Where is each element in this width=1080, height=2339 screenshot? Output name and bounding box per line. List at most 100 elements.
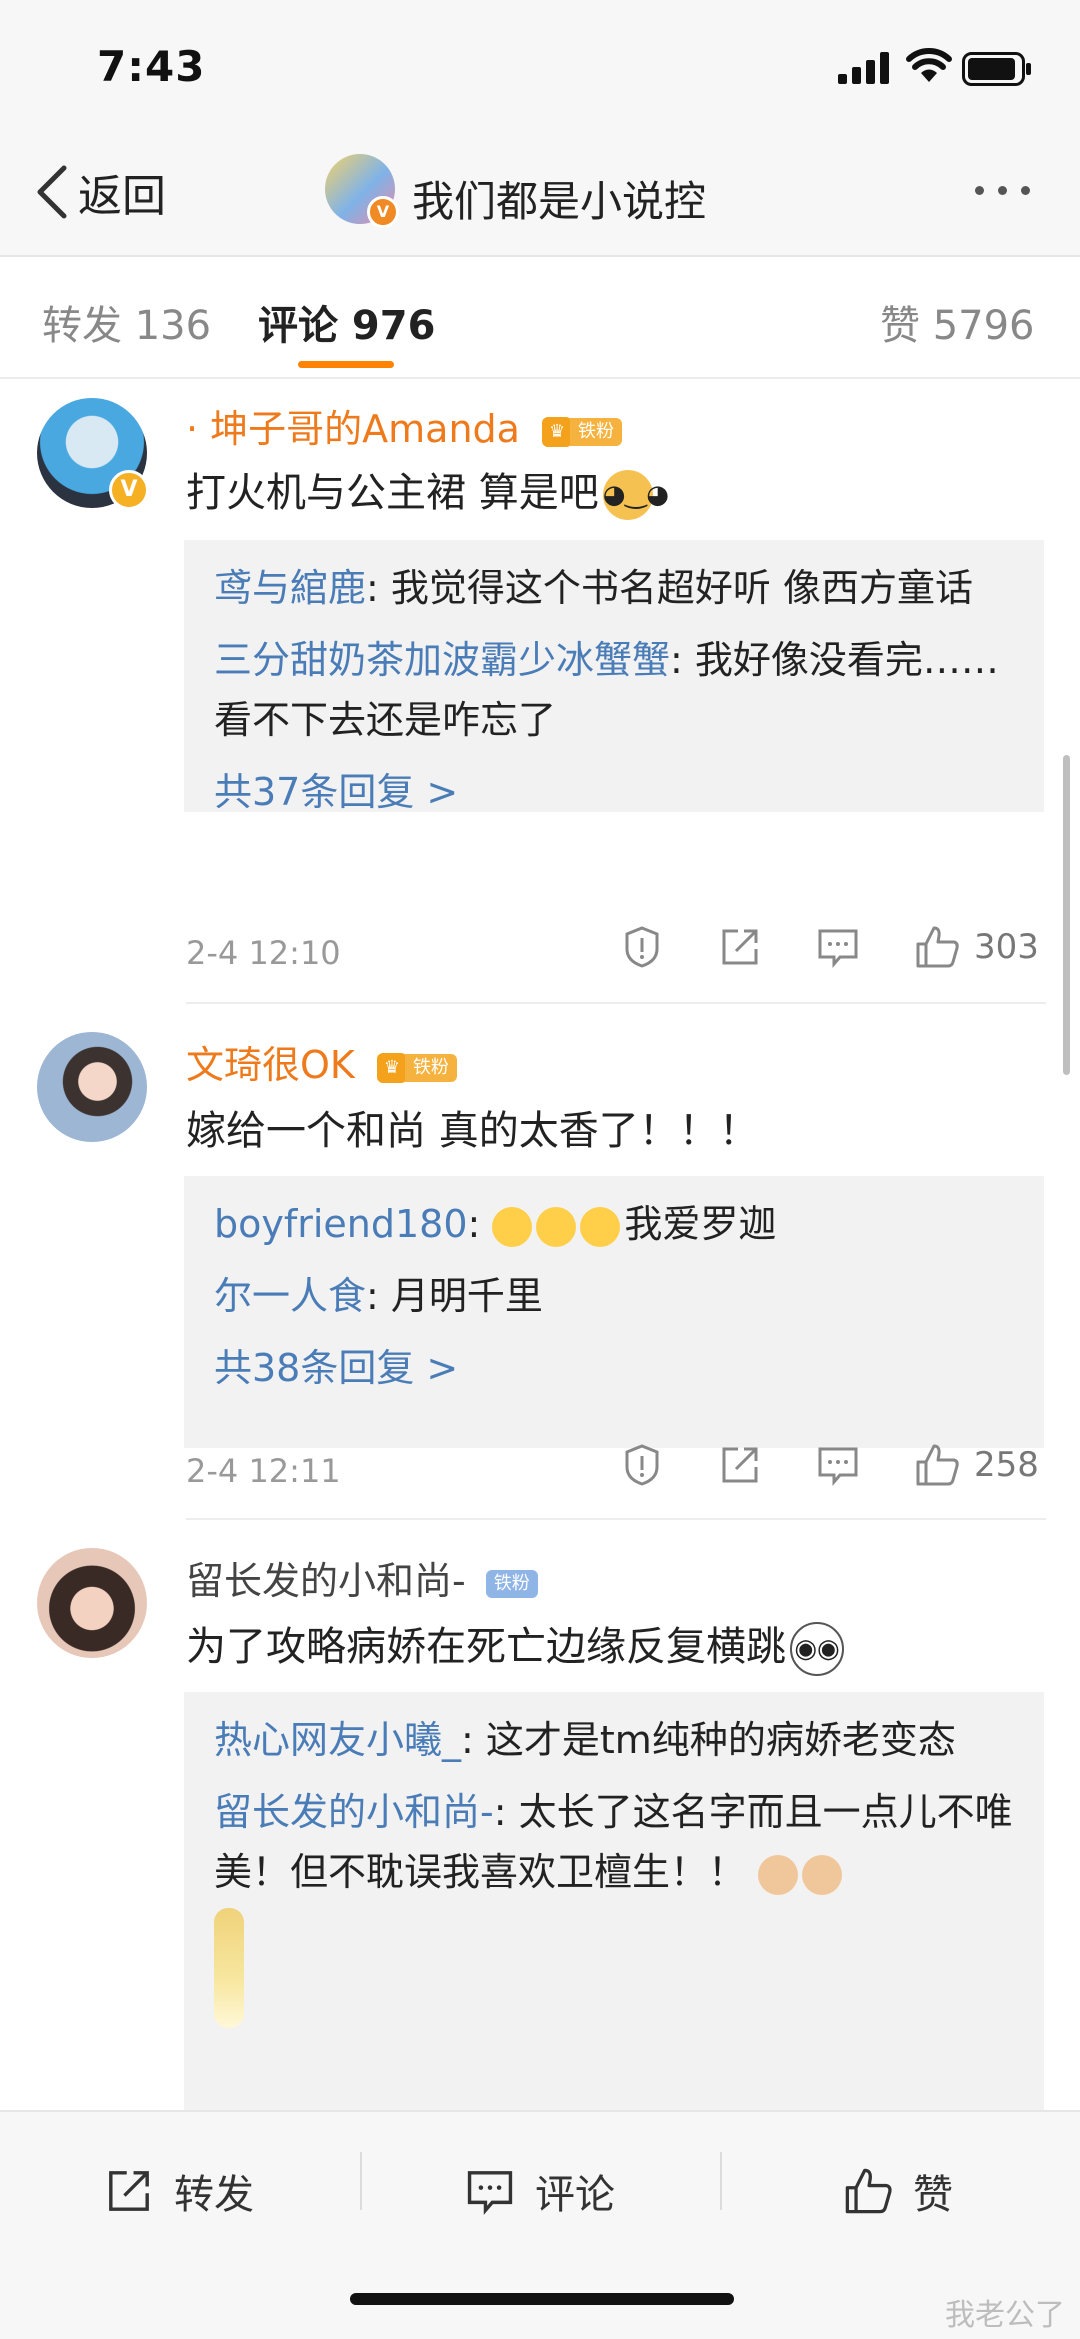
fan-badge-label: 铁粉 <box>570 417 623 446</box>
comment-text: 打火机与公主裙 算是吧 ◕‿◕ <box>186 460 669 520</box>
reply-item: 热心网友小曦_: 这才是tm纯种的病娇老变态 <box>214 1710 1014 1770</box>
tab-likes[interactable]: 赞 5796 <box>880 293 1035 351</box>
fan-badge-label: 铁粉 <box>485 1569 538 1598</box>
fan-badge: ♛ 铁粉 <box>376 1051 457 1085</box>
watermark: 我老公了 <box>945 2298 1065 2333</box>
comment-button[interactable] <box>816 1443 860 1487</box>
reply-item: 尔一人食: 月明千里 <box>214 1266 1014 1326</box>
reply-username[interactable]: boyfriend180 <box>214 1202 468 1246</box>
reply-username[interactable]: 鸢与綰鹿 <box>214 566 366 610</box>
fan-badge: ♛ 铁粉 <box>542 415 623 449</box>
like-button[interactable]: 303 <box>914 924 1039 970</box>
like-count: 303 <box>974 927 1039 967</box>
reply-box[interactable]: 热心网友小曦_: 这才是tm纯种的病娇老变态 留长发的小和尚-: 太长了这名字而… <box>184 1692 1044 2112</box>
comment-body: 打火机与公主裙 算是吧 <box>186 470 599 516</box>
doge-emoji-icon: ◕‿◕ <box>602 470 669 520</box>
divider <box>186 1002 1046 1004</box>
tab-bar: 转发 136 评论 976 赞 5796 <box>0 257 1080 379</box>
comment-button[interactable] <box>816 925 860 969</box>
divider <box>720 2152 722 2210</box>
comment-text: 嫁给一个和尚 真的太香了！！！ <box>186 1108 759 1154</box>
bottom-comment-button[interactable]: 评论 <box>465 2162 615 2220</box>
reply-item: boyfriend180: 我爱罗迦 <box>214 1202 777 1247</box>
cellular-signal-icon <box>838 52 889 84</box>
reply-item: 留长发的小和尚-: 太长了这名字而且一点儿不唯美！但不耽误我喜欢卫檀生！！ <box>214 1782 1014 2028</box>
nav-bar: 返回 V 我们都是小说控 <box>0 130 1080 257</box>
reply-username[interactable]: 留长发的小和尚- <box>214 1790 494 1834</box>
reply-username[interactable]: 热心网友小曦_ <box>214 1718 461 1762</box>
view-all-replies-link[interactable]: 共38条回复 > <box>214 1338 1014 1398</box>
comment-icon <box>818 1447 858 1487</box>
comment-time: 2-4 12:11 <box>186 1452 341 1490</box>
chevron-left-icon <box>37 165 67 219</box>
crying-emoji-icon <box>580 1206 621 1247</box>
battery-icon <box>962 52 1031 86</box>
like-button[interactable]: 258 <box>914 1442 1039 1488</box>
like-count: 258 <box>974 1445 1039 1485</box>
divider <box>186 1518 1046 1520</box>
reply-text: : 这才是tm纯种的病娇老变态 <box>461 1718 956 1762</box>
bottom-like-label: 赞 <box>913 2172 953 2218</box>
home-indicator[interactable] <box>350 2293 734 2305</box>
comment-actions: 258 <box>620 1442 1039 1488</box>
comment-username[interactable]: · 坤子哥的Amanda ♛ 铁粉 <box>186 398 623 453</box>
comment-username[interactable]: 留长发的小和尚- 铁粉 <box>186 1550 538 1605</box>
comment-username[interactable]: 文琦很OK ♛ 铁粉 <box>186 1034 457 1089</box>
scared-emoji-icon: ◉◉ <box>790 1622 844 1676</box>
avatar[interactable] <box>37 1548 147 1658</box>
view-all-replies-link[interactable]: 共37条回复 > <box>214 762 1014 822</box>
divider <box>360 2152 362 2210</box>
tab-reposts[interactable]: 转发 136 <box>42 293 211 351</box>
back-label: 返回 <box>78 171 166 222</box>
crown-icon: ♛ <box>376 1052 407 1083</box>
avatar[interactable] <box>37 1032 147 1142</box>
thumbs-up-icon <box>916 926 959 968</box>
reply-box[interactable]: 鸢与綰鹿: 我觉得这个书名超好听 像西方童话 三分甜奶茶加波霸少冰蟹蟹: 我好像… <box>184 540 1044 814</box>
status-time: 7:43 <box>97 42 206 91</box>
account-avatar[interactable]: V <box>325 154 399 228</box>
bottom-like-button[interactable]: 赞 <box>843 2162 953 2220</box>
tab-comments[interactable]: 评论 976 <box>258 293 435 351</box>
reply-username[interactable]: 三分甜奶茶加波霸少冰蟹蟹 <box>214 638 670 682</box>
bottom-comment-label: 评论 <box>535 2172 615 2218</box>
back-button[interactable]: 返回 <box>34 160 166 224</box>
scrollbar[interactable] <box>1063 755 1070 1075</box>
crying-emoji-icon <box>536 1206 577 1247</box>
avatar[interactable]: V <box>37 398 149 510</box>
active-tab-indicator <box>298 361 394 368</box>
page-title[interactable]: 我们都是小说控 <box>412 168 706 229</box>
comment-time: 2-4 12:10 <box>186 934 341 972</box>
bottom-repost-label: 转发 <box>174 2172 254 2218</box>
comment-text: 为了攻略病娇在死亡边缘反复横跳 ◉◉ <box>186 1614 844 1676</box>
thumbs-up-icon <box>916 1444 959 1486</box>
fan-badge-label: 铁粉 <box>404 1053 457 1082</box>
repost-button[interactable] <box>718 1443 762 1487</box>
status-bar: 7:43 <box>0 0 1080 130</box>
verified-badge-icon: V <box>109 470 149 510</box>
more-options-button[interactable] <box>975 186 1030 195</box>
comment-actions: 303 <box>620 924 1039 970</box>
wifi-icon <box>906 48 952 82</box>
reply-item: 鸢与綰鹿: 我觉得这个书名超好听 像西方童话 <box>214 558 1014 618</box>
share-icon <box>722 1447 758 1483</box>
comment-body: 为了攻略病娇在死亡边缘反复横跳 <box>186 1624 786 1670</box>
reply-username[interactable]: 尔一人食 <box>214 1274 366 1318</box>
bowing-emoji-icon <box>758 1854 799 1895</box>
report-button[interactable] <box>620 925 664 969</box>
share-icon <box>722 929 758 965</box>
reply-text: 我爱罗迦 <box>624 1202 777 1246</box>
report-button[interactable] <box>620 1443 664 1487</box>
comment-icon <box>818 929 858 969</box>
reply-item: 三分甜奶茶加波霸少冰蟹蟹: 我好像没看完……看不下去还是咋忘了 <box>214 630 1014 750</box>
thumbs-up-icon <box>845 2168 892 2214</box>
comment-icon <box>467 2171 513 2215</box>
repost-button[interactable] <box>718 925 762 969</box>
bowing-emoji-icon <box>802 1854 843 1895</box>
reply-text: : 我觉得这个书名超好听 像西方童话 <box>366 566 973 610</box>
bottom-repost-button[interactable]: 转发 <box>104 2162 254 2220</box>
report-icon <box>625 1444 659 1486</box>
verified-icon: V <box>367 196 399 228</box>
more-dots-icon <box>975 186 984 195</box>
reply-box[interactable]: boyfriend180: 我爱罗迦 尔一人食: 月明千里 共38条回复 > <box>184 1176 1044 1448</box>
report-icon <box>625 926 659 968</box>
